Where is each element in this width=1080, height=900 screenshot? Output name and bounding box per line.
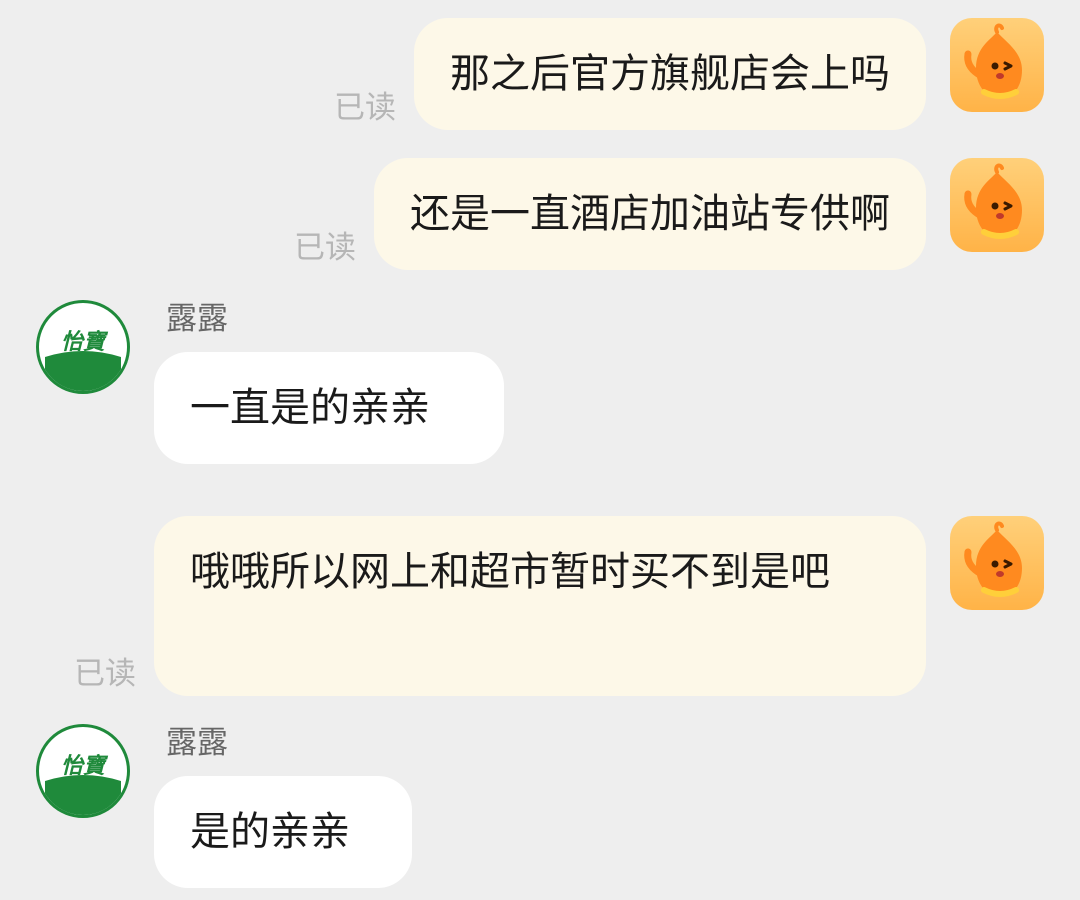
message-incoming: 怡寶 露露 一直是的亲亲 <box>36 300 504 464</box>
bubble-row: 已读 哦哦所以网上和超市暂时买不到是吧 <box>74 516 926 696</box>
message-bubble[interactable]: 那之后官方旗舰店会上吗 <box>414 18 926 130</box>
message-outgoing: 已读 哦哦所以网上和超市暂时买不到是吧 <box>74 516 1044 696</box>
incoming-column: 露露 是的亲亲 <box>154 724 412 888</box>
message-bubble[interactable]: 一直是的亲亲 <box>154 352 504 464</box>
yibao-logo-icon[interactable]: 怡寶 <box>36 724 130 818</box>
sender-name: 露露 <box>166 725 228 761</box>
incoming-column: 露露 一直是的亲亲 <box>154 300 504 464</box>
bubble-row: 已读 还是一直酒店加油站专供啊 <box>294 158 926 270</box>
message-outgoing: 已读 那之后官方旗舰店会上吗 <box>334 18 1044 130</box>
read-status: 已读 <box>334 90 396 126</box>
message-bubble[interactable]: 哦哦所以网上和超市暂时买不到是吧 <box>154 516 926 696</box>
chat-window: 已读 那之后官方旗舰店会上吗 已读 还是一直酒店加油站专供啊 怡寶 露露 一直是… <box>0 0 1080 900</box>
bubble-row: 已读 那之后官方旗舰店会上吗 <box>334 18 926 130</box>
message-outgoing: 已读 还是一直酒店加油站专供啊 <box>294 158 1044 270</box>
orange-mascot-icon[interactable] <box>950 18 1044 112</box>
orange-mascot-icon[interactable] <box>950 158 1044 252</box>
read-status: 已读 <box>74 656 136 692</box>
message-incoming: 怡寶 露露 是的亲亲 <box>36 724 412 888</box>
svg-text:怡寶: 怡寶 <box>61 753 109 779</box>
sender-name: 露露 <box>166 301 228 337</box>
svg-text:怡寶: 怡寶 <box>61 329 109 355</box>
yibao-logo-icon[interactable]: 怡寶 <box>36 300 130 394</box>
read-status: 已读 <box>294 230 356 266</box>
message-bubble[interactable]: 是的亲亲 <box>154 776 412 888</box>
message-bubble[interactable]: 还是一直酒店加油站专供啊 <box>374 158 926 270</box>
orange-mascot-icon[interactable] <box>950 516 1044 610</box>
